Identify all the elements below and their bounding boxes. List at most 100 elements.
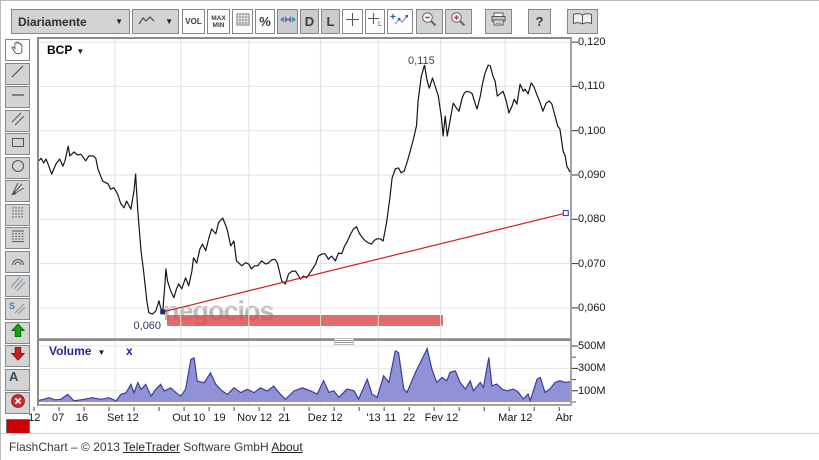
sidebar-tool-text[interactable]: A bbox=[5, 369, 30, 391]
sidebar-tool-horizontal-line[interactable] bbox=[5, 86, 30, 108]
sidebar-tool-fibonacci-arcs[interactable] bbox=[5, 251, 30, 273]
sidebar-tool-trendline[interactable] bbox=[5, 63, 30, 85]
chart-type-dropdown[interactable]: ▼ bbox=[132, 9, 179, 34]
time-axis-tick-label: 16 bbox=[75, 412, 89, 424]
time-axis-tick-label: Set 12 bbox=[106, 412, 139, 424]
time-axis-tick-label: Fev 12 bbox=[424, 412, 459, 424]
price-axis-tick-label: 0,120 bbox=[578, 36, 606, 49]
period-dropdown[interactable]: Diariamente ▼ bbox=[11, 9, 130, 34]
volume-axis-tick-label: 500M bbox=[578, 340, 606, 352]
linear-scale-button[interactable]: L bbox=[321, 9, 340, 34]
volume-axis-tick-label: 100M bbox=[578, 384, 606, 397]
fit-icon bbox=[279, 13, 297, 31]
sidebar-tool-arrow-up[interactable] bbox=[5, 322, 30, 344]
delete-icon bbox=[10, 393, 26, 414]
percent-scale-button[interactable]: % bbox=[255, 9, 275, 34]
chevron-down-icon: ▼ bbox=[97, 348, 106, 357]
zoom-out-button[interactable] bbox=[416, 9, 443, 34]
sidebar-tool-rectangle[interactable] bbox=[5, 133, 30, 155]
time-axis-tick-label: Mar 12 bbox=[498, 412, 533, 424]
ellipse-icon bbox=[10, 158, 26, 179]
sidebar-tool-fan-lines[interactable] bbox=[5, 180, 30, 202]
printer-icon bbox=[490, 12, 507, 31]
grid-icon bbox=[236, 13, 250, 31]
diagonal-line-icon bbox=[10, 64, 26, 85]
trendline-start-handle[interactable] bbox=[160, 309, 166, 315]
time-axis-tick-label: '13 bbox=[366, 412, 381, 424]
sidebar-tool-pan[interactable] bbox=[5, 39, 30, 61]
green-up-arrow-icon bbox=[10, 323, 26, 343]
vertical-dashes-icon bbox=[10, 205, 26, 226]
svg-text:+: + bbox=[390, 12, 396, 23]
grid-toggle-button[interactable] bbox=[232, 9, 253, 34]
svg-text:L: L bbox=[378, 21, 382, 27]
price-chart-panel[interactable]: BCP ▼ negocios 0,115 0,060 bbox=[37, 37, 578, 340]
fan-lines-icon bbox=[10, 181, 26, 202]
teletrader-link[interactable]: TeleTrader bbox=[123, 440, 180, 454]
sidebar-tool-speed-resistance[interactable]: S bbox=[5, 298, 30, 320]
zoom-in-icon bbox=[450, 11, 467, 32]
zoom-in-button[interactable] bbox=[445, 9, 472, 34]
period-dropdown-value: Diariamente bbox=[18, 14, 87, 29]
price-axis-tick-label: 0,090 bbox=[578, 168, 606, 181]
symbol-selector[interactable]: BCP ▼ bbox=[47, 43, 84, 57]
time-axis-tick-label: 12 bbox=[28, 412, 41, 424]
horizontal-line-icon bbox=[10, 87, 26, 108]
sidebar-tool-delete[interactable] bbox=[5, 392, 30, 414]
hand-icon bbox=[9, 40, 26, 61]
crosshair-l-icon: L bbox=[367, 12, 383, 32]
volume-dropdown[interactable]: Volume ▼ bbox=[49, 344, 105, 358]
flashchart-window: Diariamente ▼ ▼ VOL MAX MIN % D L L + ? … bbox=[0, 0, 819, 460]
time-axis-tick-label: 22 bbox=[402, 412, 416, 424]
sidebar-tool-speed-lines[interactable] bbox=[5, 275, 30, 297]
triple-diagonal-icon bbox=[10, 276, 26, 297]
price-axis-tick-label: 0,100 bbox=[578, 124, 606, 137]
sidebar-tool-arrow-down[interactable] bbox=[5, 345, 30, 367]
help-button[interactable]: ? bbox=[528, 9, 551, 34]
crosshair-button[interactable] bbox=[342, 9, 363, 34]
footer-text: FlashChart – © 2013 bbox=[9, 440, 124, 454]
trendline-end-handle[interactable] bbox=[562, 210, 569, 217]
volume-chart-panel[interactable]: Volume ▼ x bbox=[33, 339, 578, 411]
manual-button[interactable] bbox=[567, 9, 598, 34]
footer: FlashChart – © 2013 TeleTrader Software … bbox=[1, 433, 819, 460]
price-annotation: 0,060 bbox=[133, 319, 162, 332]
time-axis-tick-label: Out 10 bbox=[172, 412, 206, 424]
footer-text: Software GmbH bbox=[179, 440, 272, 454]
print-button[interactable] bbox=[485, 9, 512, 34]
time-axis-tick-label: 21 bbox=[278, 412, 291, 424]
volume-close-button[interactable]: x bbox=[126, 344, 133, 358]
volume-toggle-button[interactable]: VOL bbox=[182, 9, 205, 34]
price-annotation: 0,115 bbox=[408, 55, 435, 68]
sidebar-tool-fibonacci-time-zones[interactable] bbox=[5, 204, 30, 226]
panel-splitter-handle[interactable] bbox=[334, 338, 354, 345]
time-axis-tick-label: 11 bbox=[384, 412, 397, 424]
fit-scale-button[interactable] bbox=[277, 9, 298, 34]
price-chart-svg bbox=[38, 39, 578, 338]
about-link[interactable]: About bbox=[271, 440, 302, 454]
time-axis-tick-label: Nov 12 bbox=[237, 412, 273, 424]
zoom-out-icon bbox=[421, 11, 438, 32]
crosshair-tracking-button[interactable]: L bbox=[365, 9, 385, 34]
price-axis-tick-label: 0,080 bbox=[578, 213, 606, 226]
crosshair-icon bbox=[345, 12, 360, 32]
maxmin-toggle-button[interactable]: MAX MIN bbox=[207, 9, 230, 34]
price-axis-tick-label: 0,060 bbox=[578, 301, 606, 314]
symbol-label: BCP bbox=[47, 43, 73, 57]
sidebar-tool-ellipse[interactable] bbox=[5, 157, 30, 179]
time-axis-tick-label: Abr bbox=[555, 412, 573, 424]
add-study-icon: + bbox=[390, 12, 410, 31]
add-study-button[interactable]: + bbox=[387, 9, 413, 34]
arcs-icon bbox=[10, 252, 26, 273]
book-icon bbox=[572, 12, 593, 31]
time-axis-tick-label: 07 bbox=[51, 412, 65, 424]
volume-axis-tick-label: 300M bbox=[578, 362, 606, 375]
time-axis-tick-label: 19 bbox=[213, 412, 226, 424]
sidebar-tool-fibonacci-retracement[interactable] bbox=[5, 227, 30, 249]
horizontal-dashes-icon bbox=[10, 228, 26, 249]
chevron-down-icon: ▼ bbox=[165, 17, 173, 26]
chevron-down-icon: ▼ bbox=[115, 17, 123, 26]
price-axis-tick-label: 0,110 bbox=[578, 80, 605, 93]
sidebar-tool-parallel-lines[interactable] bbox=[5, 110, 30, 132]
daily-button[interactable]: D bbox=[300, 9, 319, 34]
